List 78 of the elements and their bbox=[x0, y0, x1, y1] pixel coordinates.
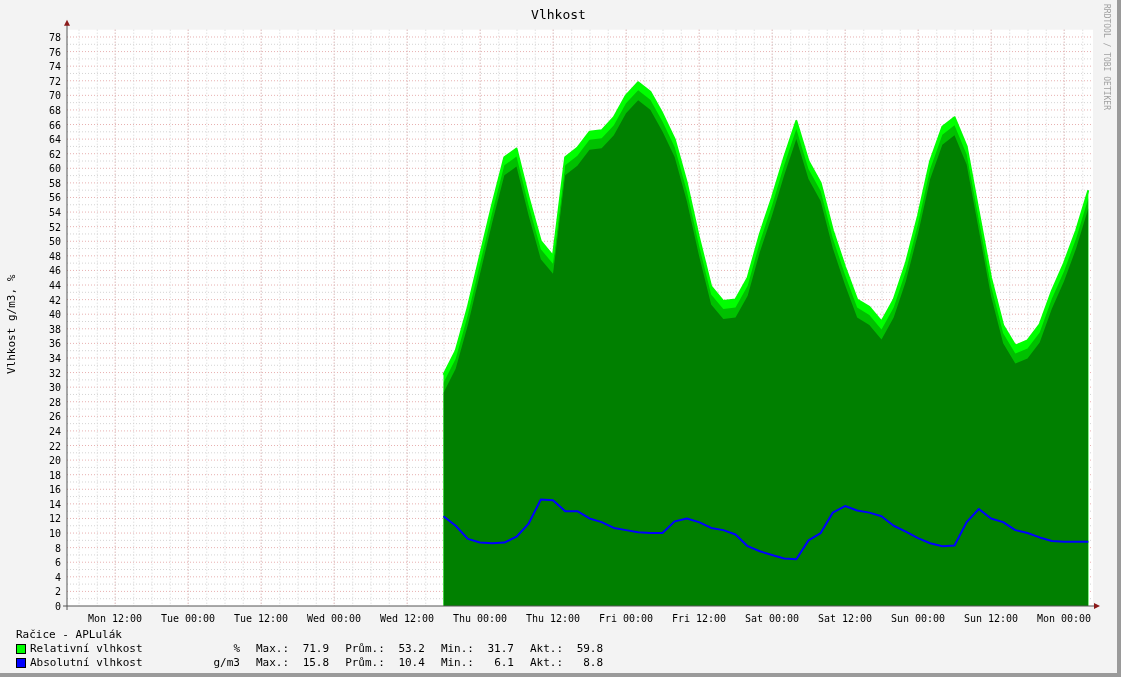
y-tick-label: 50 bbox=[48, 236, 61, 248]
y-tick-label: 42 bbox=[48, 294, 61, 306]
y-tick-label: 38 bbox=[48, 323, 61, 335]
stat-label: Akt.: bbox=[530, 642, 564, 656]
stat-label: Prům.: bbox=[345, 642, 385, 656]
y-tick-label: 0 bbox=[54, 601, 61, 612]
y-tick-label: 74 bbox=[48, 61, 61, 73]
x-tick-label: Thu 12:00 bbox=[525, 613, 581, 624]
x-tick-label: Sun 00:00 bbox=[890, 613, 946, 624]
y-tick-label: 56 bbox=[48, 192, 61, 204]
x-tick-label: Mon 12:00 bbox=[87, 613, 143, 624]
y-tick-label: 76 bbox=[48, 46, 61, 58]
y-tick-label: 48 bbox=[48, 250, 61, 262]
stat-value: 71.9 bbox=[301, 642, 330, 656]
y-tick-label: 78 bbox=[48, 32, 61, 43]
x-tick-label: Thu 00:00 bbox=[452, 613, 508, 624]
y-tick-label: 44 bbox=[48, 280, 61, 291]
legend-unit: % bbox=[232, 642, 240, 656]
stat-value: 10.4 bbox=[397, 656, 425, 670]
y-tick-label: 68 bbox=[48, 104, 61, 116]
legend-series-name: Absolutní vlhkost bbox=[30, 656, 144, 670]
y-tick-label: 72 bbox=[48, 75, 61, 87]
y-axis-label: Vlhkost g/m3, % bbox=[4, 274, 19, 374]
y-tick-label: 62 bbox=[48, 148, 61, 160]
y-tick-label: 40 bbox=[48, 309, 61, 321]
y-tick-label: 28 bbox=[48, 396, 61, 408]
y-tick-label: 6 bbox=[54, 557, 61, 569]
credit-text: RRDTOOL / TOBI OETIKER bbox=[1101, 4, 1111, 110]
y-tick-label: 14 bbox=[48, 498, 61, 510]
y-tick-label: 30 bbox=[48, 382, 61, 394]
y-tick-label: 54 bbox=[48, 207, 61, 219]
stat-label: Max.: bbox=[256, 642, 290, 656]
y-tick-label: 32 bbox=[48, 367, 61, 379]
y-tick-label: 52 bbox=[48, 221, 61, 233]
stat-value: 59.8 bbox=[575, 642, 604, 656]
stat-label: Prům.: bbox=[345, 656, 385, 670]
stat-value: 53.2 bbox=[397, 642, 425, 656]
stat-label: Max.: bbox=[256, 656, 290, 670]
x-tick-label: Sat 12:00 bbox=[817, 613, 873, 624]
y-tick-label: 12 bbox=[48, 513, 61, 525]
x-tick-label: Sat 00:00 bbox=[744, 613, 800, 624]
y-tick-label: 66 bbox=[48, 119, 61, 131]
stat-value: 31.7 bbox=[486, 642, 514, 656]
y-tick-label: 18 bbox=[48, 469, 61, 481]
x-tick-label: Mon 00:00 bbox=[1036, 613, 1092, 624]
x-tick-label: Sun 12:00 bbox=[963, 613, 1019, 624]
stat-value: 15.8 bbox=[301, 656, 330, 670]
y-tick-label: 8 bbox=[54, 542, 61, 554]
legend-series-name: Relativní vlhkost bbox=[30, 642, 144, 656]
y-tick-label: 24 bbox=[48, 425, 61, 437]
legend-unit: g/m3 bbox=[212, 656, 240, 670]
y-tick-label: 70 bbox=[48, 90, 61, 102]
y-tick-label: 34 bbox=[48, 352, 61, 364]
y-tick-label: 10 bbox=[48, 528, 61, 540]
stat-label: Min.: bbox=[440, 656, 474, 670]
y-tick-label: 26 bbox=[48, 411, 61, 423]
x-tick-label: Tue 00:00 bbox=[160, 613, 216, 624]
y-tick-label: 2 bbox=[54, 586, 61, 598]
x-tick-label: Fri 00:00 bbox=[598, 613, 654, 624]
stat-value: 6.1 bbox=[493, 656, 514, 670]
x-tick-label: Tue 12:00 bbox=[233, 613, 289, 624]
stat-value: 8.8 bbox=[582, 656, 604, 670]
y-tick-label: 46 bbox=[48, 265, 61, 277]
y-tick-label: 60 bbox=[48, 163, 61, 175]
chart-title: Vlhkost bbox=[531, 6, 586, 24]
y-tick-label: 20 bbox=[48, 455, 61, 467]
y-tick-label: 36 bbox=[48, 338, 61, 350]
y-tick-label: 22 bbox=[48, 440, 61, 452]
y-tick-label: 58 bbox=[48, 177, 61, 189]
y-tick-label: 16 bbox=[48, 484, 61, 496]
x-tick-label: Fri 12:00 bbox=[671, 613, 727, 624]
stat-label: Min.: bbox=[440, 642, 474, 656]
legend-title: Račice - APLulák bbox=[16, 628, 123, 642]
x-tick-label: Wed 00:00 bbox=[306, 613, 362, 624]
y-tick-label: 64 bbox=[48, 134, 61, 146]
stat-label: Akt.: bbox=[530, 656, 564, 670]
y-tick-label: 4 bbox=[54, 571, 61, 583]
x-tick-label: Wed 12:00 bbox=[379, 613, 435, 624]
